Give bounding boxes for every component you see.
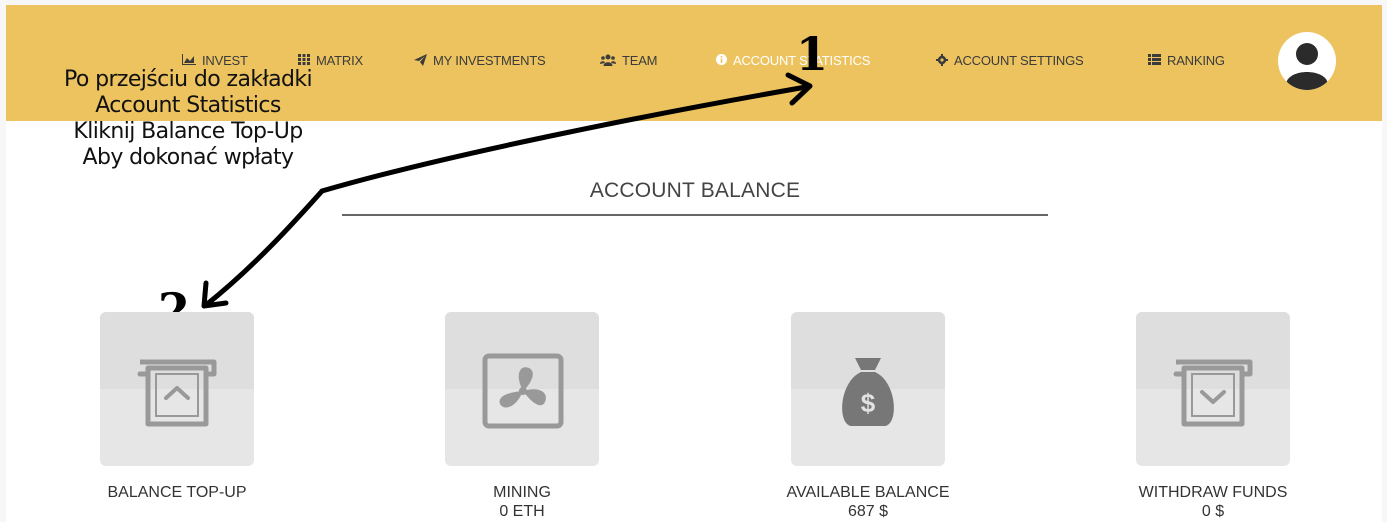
nav-item-account-statistics[interactable]: ACCOUNT STATISTICS [716, 53, 870, 68]
nav-item-team[interactable]: TEAM [600, 53, 658, 68]
nav-item-label: TEAM [622, 53, 658, 68]
user-avatar[interactable] [1278, 32, 1336, 90]
available-balance-title: AVAILABLE BALANCE [786, 484, 950, 501]
mining-title: MINING [493, 484, 551, 501]
annotation-marker-1: 1 [796, 27, 829, 81]
nav-item-label: MATRIX [316, 53, 363, 68]
fan-icon [482, 353, 564, 429]
users-icon [600, 54, 616, 68]
available-balance-value: 687 $ [847, 503, 889, 520]
nav-item-label: MY INVESTMENTS [433, 53, 546, 68]
mining-tile[interactable] [445, 312, 599, 466]
svg-text:$: $ [861, 388, 876, 418]
page-frame: INVEST MATRIX MY INVESTMENTS TEAM ACCOUN… [6, 5, 1382, 522]
annotation-line: Account Statistics [95, 93, 281, 118]
atm-deposit-icon [137, 359, 217, 427]
mining-label: MINING 0 ETH [402, 483, 642, 521]
withdraw-funds-label: WITHDRAW FUNDS 0 $ [1093, 483, 1333, 521]
nav-item-invest[interactable]: INVEST [182, 53, 248, 68]
money-bag-icon: $ [842, 358, 894, 426]
annotation-line: Po przejściu do zakładki [63, 67, 313, 92]
nav-item-my-investments[interactable]: MY INVESTMENTS [414, 53, 546, 68]
instruction-annotation: Po przejściu do zakładki Account Statist… [20, 67, 356, 171]
gear-icon [936, 53, 948, 68]
paper-plane-icon [414, 53, 427, 68]
withdraw-funds-value: 0 $ [1201, 503, 1225, 520]
area-chart-icon [182, 54, 196, 67]
account-balance-title: ACCOUNT BALANCE [589, 179, 801, 202]
atm-withdraw-icon [1173, 359, 1253, 427]
nav-item-account-settings[interactable]: ACCOUNT SETTINGS [936, 53, 1084, 68]
title-divider [342, 214, 1048, 216]
user-avatar-icon [1286, 43, 1328, 90]
annotation-line: Aby dokonać wpłaty [82, 145, 295, 170]
annotation-line: Kliknij Balance Top-Up [73, 119, 303, 144]
nav-item-ranking[interactable]: RANKING [1148, 53, 1225, 68]
available-balance-tile[interactable]: $ [791, 312, 945, 466]
balance-top-up-tile[interactable] [100, 312, 254, 466]
available-balance-label: AVAILABLE BALANCE 687 $ [748, 483, 988, 521]
nav-item-matrix[interactable]: MATRIX [298, 53, 363, 68]
grid-icon [298, 54, 310, 67]
nav-item-label: ACCOUNT SETTINGS [954, 53, 1084, 68]
info-icon [716, 54, 727, 67]
withdraw-funds-title: WITHDRAW FUNDS [1138, 484, 1288, 501]
nav-item-label: RANKING [1167, 53, 1225, 68]
nav-item-label: INVEST [202, 53, 248, 68]
withdraw-funds-tile[interactable] [1136, 312, 1290, 466]
balance-top-up-label: BALANCE TOP-UP [107, 484, 247, 501]
list-icon [1148, 54, 1161, 67]
mining-value: 0 ETH [499, 503, 545, 520]
